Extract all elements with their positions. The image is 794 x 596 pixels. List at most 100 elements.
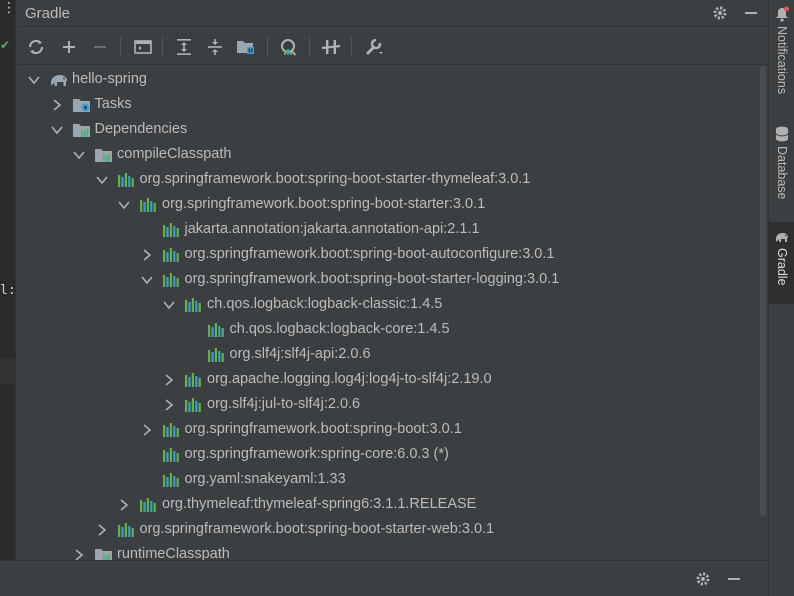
tree-node-label: org.thymeleaf:thymeleaf-spring6:3.1.1.RE… (162, 496, 477, 512)
tree-node-label: org.springframework.boot:spring-boot:3.0… (184, 421, 462, 437)
tree-node[interactable]: org.apache.logging.log4j:log4j-to-slf4j:… (162, 367, 492, 392)
tree-node-label: Dependencies (94, 121, 188, 137)
tree-node[interactable]: org.springframework:spring-core:6.0.3 (*… (140, 442, 449, 467)
tree-node-label: ch.qos.logback:logback-classic:1.4.5 (207, 296, 443, 312)
library-icon (162, 447, 180, 463)
bottom-bar (0, 560, 768, 596)
tree-node[interactable]: runtimeClasspath (72, 542, 230, 560)
add-icon[interactable] (58, 36, 80, 58)
chevron-down-icon[interactable] (162, 298, 176, 312)
chevron-down-icon[interactable] (95, 173, 109, 187)
tree-node-label: org.slf4j:jul-to-slf4j:2.0.6 (207, 396, 361, 412)
library-icon (162, 422, 180, 438)
build-tool-settings-wrench-icon[interactable] (363, 36, 385, 58)
tree-node-label: jakarta.annotation:jakarta.annotation-ap… (184, 221, 480, 237)
chevron-right-icon[interactable] (72, 548, 86, 560)
stripe-item-notifications[interactable]: Notifications (769, 6, 794, 110)
tree-node[interactable]: org.springframework.boot:spring-boot-sta… (95, 167, 530, 192)
library-icon (139, 197, 157, 213)
tool-window-title: Gradle (25, 5, 71, 22)
library-icon (162, 472, 180, 488)
tree-node[interactable]: org.springframework.boot:spring-boot-sta… (117, 192, 485, 217)
tree-node[interactable]: org.yaml:snakeyaml:1.33 (140, 467, 346, 492)
tree-node[interactable]: org.slf4j:jul-to-slf4j:2.0.6 (162, 392, 360, 417)
library-icon (184, 297, 202, 313)
editor-code-fragment: l: (0, 283, 16, 298)
library-icon (162, 247, 180, 263)
chevron-down-icon[interactable] (140, 273, 154, 287)
chevron-right-icon[interactable] (117, 498, 131, 512)
group-modules-icon[interactable] (235, 36, 257, 58)
tree-node[interactable]: Dependencies (50, 117, 188, 142)
tree-node[interactable]: org.springframework.boot:spring-boot-sta… (140, 267, 559, 292)
tree-node[interactable]: org.thymeleaf:thymeleaf-spring6:3.1.1.RE… (117, 492, 476, 517)
tree-node-label: org.slf4j:slf4j-api:2.0.6 (229, 346, 371, 362)
more-dots-icon[interactable]: ⋮ (2, 0, 16, 22)
elephant-icon (49, 72, 67, 88)
bell-icon (776, 6, 789, 22)
gradle-tool-window: Gradle hello-spring Tasks Dependencies c… (17, 0, 768, 560)
bottom-settings-gear-icon[interactable] (693, 569, 713, 589)
stripe-label-gradle: Gradle (775, 248, 789, 286)
tree-node-label: compileClasspath (117, 146, 232, 162)
tree-node-label: org.springframework.boot:spring-boot-aut… (184, 246, 555, 262)
tree-node-label: org.yaml:snakeyaml:1.33 (184, 471, 346, 487)
tree-node[interactable]: Tasks (50, 92, 132, 117)
chevron-right-icon[interactable] (140, 423, 154, 437)
stripe-label-notifications: Notifications (775, 26, 789, 95)
analyze-dependencies-icon[interactable] (278, 36, 300, 58)
library-icon (162, 222, 180, 238)
toggle-offline-mode-icon[interactable] (320, 36, 342, 58)
minimize-icon[interactable] (741, 3, 761, 23)
library-icon (117, 522, 135, 538)
chevron-right-icon[interactable] (162, 373, 176, 387)
tree-node[interactable]: compileClasspath (72, 142, 231, 167)
tree-node-label: Tasks (94, 96, 132, 112)
stripe-item-gradle[interactable]: Gradle (769, 222, 794, 304)
tree-node[interactable]: org.springframework.boot:spring-boot-aut… (140, 242, 555, 267)
chevron-down-icon[interactable] (72, 148, 86, 162)
gradle-projects-tree[interactable]: hello-spring Tasks Dependencies compileClas… (17, 66, 762, 560)
remove-icon[interactable] (89, 36, 111, 58)
tree-node[interactable]: org.springframework.boot:spring-boot:3.0… (140, 417, 462, 442)
dependencies-folder-icon (72, 122, 90, 138)
library-icon (184, 372, 202, 388)
run-task-icon[interactable] (132, 36, 154, 58)
classpath-folder-icon (94, 147, 112, 163)
vertical-scrollbar[interactable] (760, 66, 766, 516)
chevron-right-icon[interactable] (140, 248, 154, 262)
tree-node[interactable]: org.slf4j:slf4j-api:2.0.6 (185, 342, 371, 367)
library-icon (207, 322, 225, 338)
settings-gear-icon[interactable] (710, 3, 730, 23)
chevron-down-icon[interactable] (50, 123, 64, 137)
elephant-icon (776, 233, 788, 242)
classpath-folder-icon (94, 547, 112, 560)
reload-icon[interactable] (25, 36, 47, 58)
chevron-down-icon[interactable] (117, 198, 131, 212)
stripe-item-database[interactable]: Database (769, 126, 794, 214)
tree-node[interactable]: org.springframework.boot:spring-boot-sta… (95, 517, 494, 542)
tree-node-label: org.springframework.boot:spring-boot-sta… (162, 196, 486, 212)
tree-node[interactable]: hello-spring (27, 67, 147, 92)
bottom-minimize-icon[interactable] (724, 569, 744, 589)
library-icon (207, 347, 225, 363)
tree-node[interactable]: ch.qos.logback:logback-classic:1.4.5 (162, 292, 442, 317)
chevron-right-icon[interactable] (50, 98, 64, 112)
tree-node[interactable]: ch.qos.logback:logback-core:1.4.5 (185, 317, 450, 342)
checkmark-icon: ✔ (0, 38, 11, 52)
chevron-right-icon[interactable] (95, 523, 109, 537)
collapse-all-icon[interactable] (204, 36, 226, 58)
tree-node[interactable]: jakarta.annotation:jakarta.annotation-ap… (140, 217, 480, 242)
stripe-label-database: Database (775, 146, 789, 200)
tree-node-label: runtimeClasspath (117, 546, 230, 560)
chevron-down-icon[interactable] (27, 73, 41, 87)
tree-node-label: org.apache.logging.log4j:log4j-to-slf4j:… (207, 371, 492, 387)
editor-sliver: ⋮ ✔ l: (0, 0, 16, 560)
library-icon (117, 172, 135, 188)
expand-all-icon[interactable] (173, 36, 195, 58)
tasks-folder-icon (72, 97, 90, 113)
chevron-right-icon[interactable] (162, 398, 176, 412)
library-icon (139, 497, 157, 513)
